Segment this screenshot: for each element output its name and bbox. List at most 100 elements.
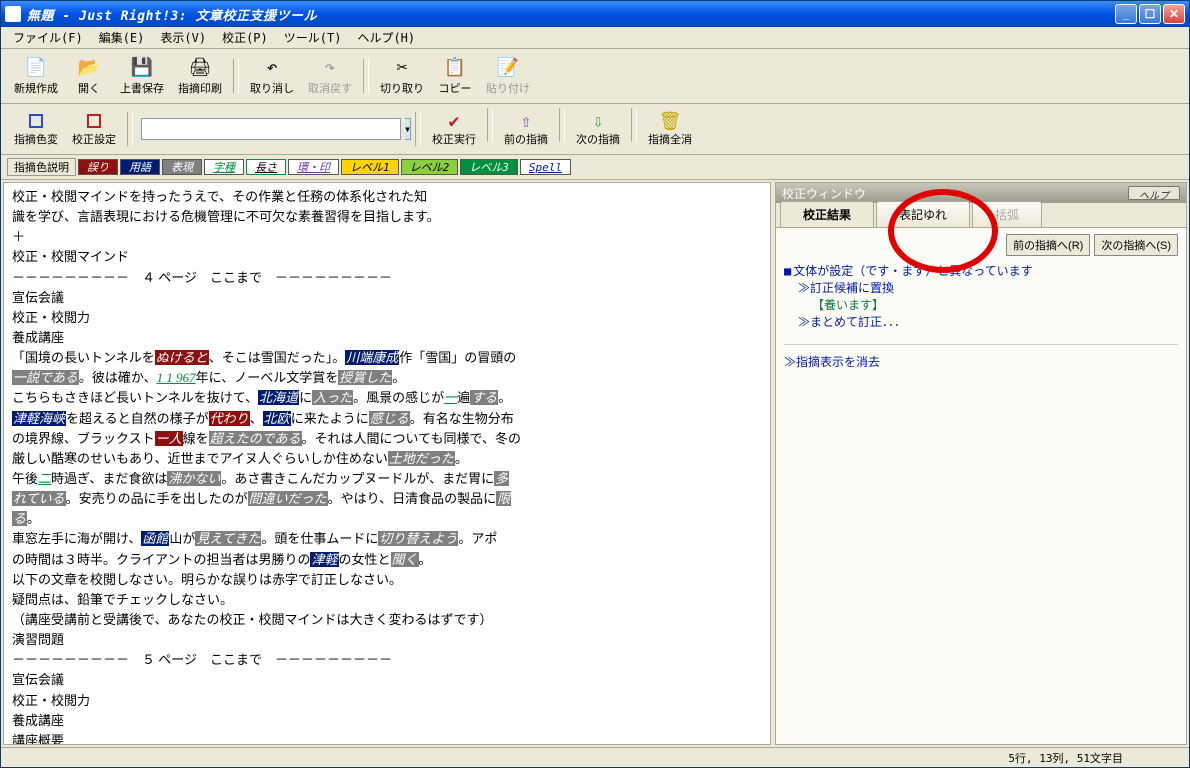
- editor-line: こちらもさきほど長いトンネルを抜けて、北海道に入った。風景の感じが一遍する。: [12, 388, 762, 408]
- legend-chip[interactable]: レベル1: [341, 159, 399, 175]
- run-button[interactable]: ✔校正実行: [425, 108, 483, 150]
- save-button[interactable]: 💾上書保存: [113, 53, 171, 99]
- proof-body: 前の指摘へ(R) 次の指摘へ(S) 文体が設定（です・ます）と異なっています ≫…: [776, 227, 1186, 744]
- editor-line: －－－－－－－－－ ５ ページ ここまで －－－－－－－－－: [12, 650, 762, 670]
- editor-line: 疑問点は、鉛筆でチェックしなさい。: [12, 590, 762, 610]
- tab-括弧: 括弧: [972, 201, 1042, 227]
- cut-icon: ✂: [390, 56, 414, 78]
- proof-settings-button[interactable]: 校正設定: [65, 108, 123, 150]
- editor-line: の境界線、ブラックストー人線を超えたのである。それは人間についても同様で、冬の: [12, 429, 762, 449]
- help-button[interactable]: ヘルプ: [1128, 186, 1180, 200]
- next-pointer-button[interactable]: 次の指摘へ(S): [1094, 234, 1178, 256]
- workarea: 校正・校閲マインドを持ったうえで、その作業と任務の体系化された知識を学び、言語表…: [1, 180, 1189, 747]
- color-change-button[interactable]: 指摘色変: [7, 108, 65, 150]
- legend-chip[interactable]: 表現: [162, 159, 202, 175]
- legend-chip[interactable]: 字種: [204, 159, 244, 175]
- cursor-position: 5行, 13列, 51文字目: [1008, 750, 1183, 766]
- tab-校正結果[interactable]: 校正結果: [780, 201, 874, 227]
- paste-button: 📝貼り付け: [479, 53, 537, 99]
- proof-settings-icon: [83, 111, 105, 131]
- replace-candidate-link[interactable]: ≫訂正候補に置換: [784, 279, 1178, 296]
- clear-all-button[interactable]: 🗑指摘全消: [641, 108, 699, 150]
- editor-line: 津軽海峡を超えると自然の様子が代わり、北欧に来たように感じる。有名な生物分布: [12, 409, 762, 429]
- menu-item[interactable]: 編集(E): [91, 27, 153, 48]
- run-icon: ✔: [443, 111, 465, 131]
- color-change-icon: [25, 111, 47, 131]
- legend-chip[interactable]: 誤り: [78, 159, 118, 175]
- editor-line: 車窓左手に海が開け、函館山が見えてきた。頭を仕事ムードに切り替えよう。アポ: [12, 529, 762, 549]
- editor-line: 養成講座: [12, 711, 762, 731]
- menu-item[interactable]: ファイル(F): [5, 27, 91, 48]
- cut-button[interactable]: ✂切り取り: [373, 53, 431, 99]
- toolbar-proof: 指摘色変校正設定 ▾ ✔校正実行 ⇧前の指摘 ⇩次の指摘 🗑指摘全消: [1, 104, 1189, 155]
- redo-button: ↷取消戻す: [301, 53, 359, 99]
- new-icon: 📄: [24, 56, 48, 78]
- copy-button[interactable]: 📋コピー: [431, 53, 479, 99]
- legend-chip[interactable]: レベル3: [460, 159, 518, 175]
- menu-item[interactable]: ヘルプ(H): [349, 27, 423, 48]
- editor-line: （講座受講前と受講後で、あなたの校正・校閲マインドは大きく変わるはずです）: [12, 610, 762, 630]
- menu-item[interactable]: 校正(P): [214, 27, 276, 48]
- message-title: 文体が設定（です・ます）と異なっています: [784, 262, 1178, 279]
- legend-chip[interactable]: レベル2: [401, 159, 459, 175]
- editor-line: 宣伝会議: [12, 288, 762, 308]
- undo-button[interactable]: ↶取り消し: [243, 53, 301, 99]
- window-title: 無題 - Just Right!3: 文章校正支援ツール: [27, 5, 1115, 24]
- prev-button[interactable]: ⇧前の指摘: [497, 108, 555, 150]
- candidate-text: 【養います】: [784, 296, 1178, 313]
- statusbar: 5行, 13列, 51文字目: [1, 747, 1189, 767]
- combo-dropdown-button[interactable]: ▾: [405, 118, 411, 140]
- titlebar: 無題 - Just Right!3: 文章校正支援ツール _ ☐ ✕: [1, 1, 1189, 27]
- editor-line: 「国境の長いトンネルをぬけると、そこは雪国だった」。川端康成作「雪国」の冒頭の: [12, 348, 762, 368]
- next-button[interactable]: ⇩次の指摘: [569, 108, 627, 150]
- editor-line: 一説である。彼は確か、1 1 967年に、ノーベル文学賞を授賞した。: [12, 368, 762, 388]
- open-icon: 📂: [77, 56, 101, 78]
- batch-correct-link[interactable]: ≫まとめて訂正．．．: [784, 313, 1178, 330]
- clear-indication-link[interactable]: ≫指摘表示を消去: [784, 353, 1178, 370]
- legend-chip[interactable]: 環・印: [288, 159, 339, 175]
- editor-line: 以下の文章を校閲しなさい。明らかな誤りは赤字で訂正しなさい。: [12, 570, 762, 590]
- maximize-button[interactable]: ☐: [1139, 4, 1161, 24]
- paste-icon: 📝: [496, 56, 520, 78]
- editor-line: 宣伝会議: [12, 670, 762, 690]
- editor-line: 午後二時過ぎ、まだ食欲は沸かない。あさ書きこんだカップヌードルが、まだ胃に多: [12, 469, 762, 489]
- toolbar-main: 📄新規作成📂開く💾上書保存🖨指摘印刷 ↶取り消し↷取消戻す ✂切り取り📋コピー📝貼り…: [1, 49, 1189, 104]
- legend-chip[interactable]: 長さ: [246, 159, 286, 175]
- editor-line: 養成講座: [12, 328, 762, 348]
- editor-line: れている。安売りの品に手を出したのが間違いだった。やはり、日清食品の製品に限: [12, 489, 762, 509]
- editor-line: ＋: [12, 227, 762, 247]
- editor-line: 校正・校閲力: [12, 308, 762, 328]
- legend-label-button[interactable]: 指摘色説明: [7, 158, 76, 176]
- menu-item[interactable]: ツール(T): [276, 27, 350, 48]
- print-button[interactable]: 🖨指摘印刷: [171, 53, 229, 99]
- legend-bar: 指摘色説明誤り用語表現字種長さ環・印レベル1レベル2レベル3Spell: [1, 155, 1189, 180]
- app-window: 無題 - Just Right!3: 文章校正支援ツール _ ☐ ✕ ファイル(…: [0, 0, 1190, 768]
- editor-line: の時間は３時半。クライアントの担当者は男勝りの津軽の女性と聞く。: [12, 550, 762, 570]
- tab-表記ゆれ[interactable]: 表記ゆれ: [876, 201, 970, 227]
- editor-line: 校正・校閲マインドを持ったうえで、その作業と任務の体系化された知: [12, 187, 762, 207]
- minimize-button[interactable]: _: [1115, 4, 1137, 24]
- proof-panel-title: 校正ウィンドウ: [782, 185, 866, 202]
- menubar: ファイル(F)編集(E)表示(V)校正(P)ツール(T)ヘルプ(H): [1, 27, 1189, 49]
- clear-all-icon: 🗑: [659, 111, 681, 131]
- editor-line: 講座概要: [12, 731, 762, 745]
- editor-line: 校正・校閲力: [12, 691, 762, 711]
- legend-chip[interactable]: 用語: [120, 159, 160, 175]
- editor-line: 校正・校閲マインド: [12, 247, 762, 267]
- editor-line: 識を学び、言語表現における危機管理に不可欠な素養習得を目指します。: [12, 207, 762, 227]
- editor-line: 厳しい酷寒のせいもあり、近世までアイヌ人ぐらいしか住めない土地だった。: [12, 449, 762, 469]
- prev-pointer-button[interactable]: 前の指摘へ(R): [1006, 234, 1090, 256]
- app-icon: [5, 6, 21, 22]
- prev-icon: ⇧: [515, 111, 537, 131]
- save-icon: 💾: [130, 56, 154, 78]
- editor-line: る。: [12, 509, 762, 529]
- undo-icon: ↶: [260, 56, 284, 78]
- new-button[interactable]: 📄新規作成: [7, 53, 65, 99]
- redo-icon: ↷: [318, 56, 342, 78]
- editor-pane[interactable]: 校正・校閲マインドを持ったうえで、その作業と任務の体系化された知識を学び、言語表…: [3, 182, 771, 745]
- menu-item[interactable]: 表示(V): [152, 27, 214, 48]
- legend-chip[interactable]: Spell: [520, 159, 571, 175]
- open-button[interactable]: 📂開く: [65, 53, 113, 99]
- close-button[interactable]: ✕: [1163, 4, 1185, 24]
- pattern-combo[interactable]: [141, 118, 401, 140]
